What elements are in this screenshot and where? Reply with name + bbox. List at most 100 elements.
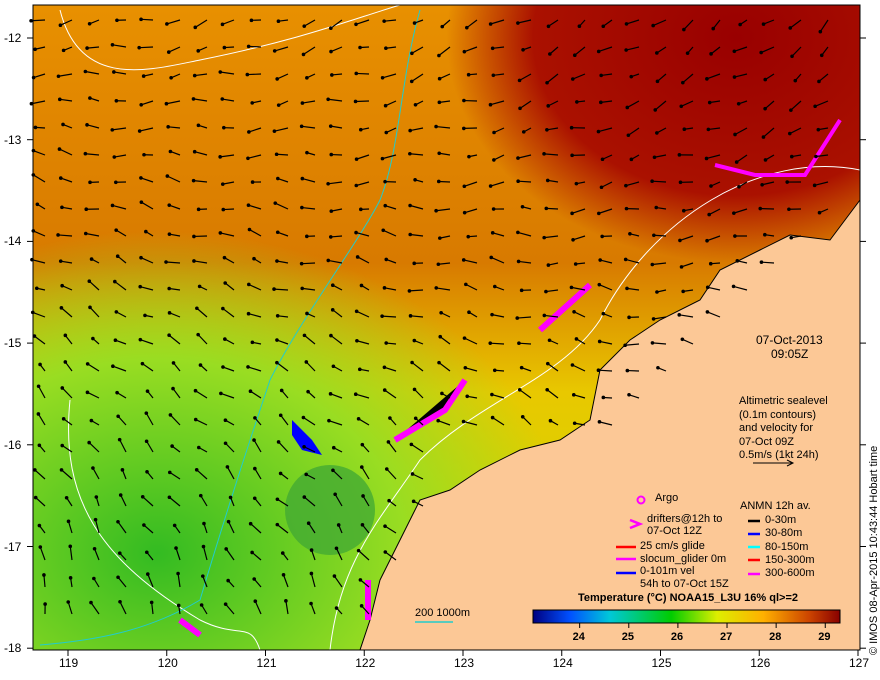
velocity-arrow-head (462, 184, 467, 189)
velocity-arrow-head (193, 417, 198, 422)
velocity-arrow-head (521, 47, 525, 52)
velocity-arrow-head (655, 79, 660, 84)
velocity-arrow-head (520, 414, 525, 419)
velocity-arrow-head (222, 45, 227, 50)
velocity-arrow-head (381, 228, 386, 233)
velocity-arrow-head (353, 99, 358, 104)
velocity-arrow-head (331, 364, 336, 369)
velocity-arrow-head (436, 179, 441, 184)
velocity-arrow-head (570, 153, 574, 158)
velocity-arrow-head (138, 337, 143, 342)
velocity-arrow-head (280, 551, 285, 555)
velocity-arrow-head (275, 313, 280, 318)
velocity-arrow-head (654, 205, 659, 210)
velocity-arrow-head (625, 286, 629, 291)
velocity-arrow-head (167, 232, 172, 236)
velocity-arrow-head (650, 262, 655, 267)
velocity-arrow-head (87, 279, 92, 284)
velocity-arrow-head (166, 50, 171, 54)
velocity-arrow-head (247, 130, 251, 134)
velocity-arrow-head (356, 548, 361, 553)
velocity-arrow-head (38, 362, 42, 367)
velocity-arrow-head (91, 336, 95, 341)
velocity-arrow-head (66, 600, 71, 604)
velocity-arrow-head (655, 51, 659, 55)
velocity-arrow-head (573, 262, 578, 266)
velocity-arrow-head (437, 76, 442, 81)
velocity-arrow-head (763, 158, 768, 162)
velocity-arrow (301, 262, 316, 265)
velocity-arrow-head (302, 495, 307, 499)
velocity-arrow-head (193, 388, 198, 393)
velocity-arrow (248, 45, 262, 48)
velocity-arrow-head (682, 27, 686, 32)
velocity-arrow-head (412, 21, 417, 25)
velocity-arrow-head (439, 310, 443, 315)
velocity-arrow-head (246, 203, 251, 208)
velocity-arrow-head (113, 279, 117, 284)
velocity-arrow-head (138, 284, 143, 289)
velocity-arrow-head (516, 21, 520, 25)
velocity-arrow-head (110, 128, 115, 132)
velocity-arrow-head (110, 203, 115, 208)
velocity-arrow-head (309, 571, 314, 576)
velocity-arrow-head (329, 209, 334, 213)
velocity-arrow-head (306, 521, 311, 526)
velocity-arrow-head (788, 26, 793, 30)
velocity-arrow-head (380, 76, 385, 80)
velocity-arrow-head (302, 333, 307, 338)
velocity-arrow-head (413, 102, 418, 107)
velocity-arrow-head (761, 22, 766, 26)
velocity-arrow-head (461, 419, 466, 424)
velocity-arrow-head (569, 125, 574, 130)
velocity-arrow-head (88, 305, 92, 310)
velocity-arrow-head (193, 25, 198, 30)
velocity-arrow-head (759, 260, 764, 264)
velocity-arrow-head (198, 363, 203, 367)
velocity-arrow-head (115, 254, 120, 258)
velocity-arrow-head (677, 313, 682, 317)
velocity-arrow-head (521, 130, 526, 134)
velocity-arrow-head (681, 208, 686, 213)
y-tick-label: -13 (4, 132, 22, 147)
velocity-arrow-head (706, 127, 711, 132)
velocity-arrow-head (545, 178, 550, 183)
velocity-arrow-head (651, 317, 656, 321)
velocity-arrow-head (191, 97, 196, 101)
velocity-arrow-head (548, 52, 552, 56)
velocity-arrow-head (413, 177, 417, 182)
velocity-arrow-head (516, 259, 521, 264)
velocity-arrow-head (490, 392, 494, 397)
velocity-arrow-head (141, 74, 146, 78)
velocity-arrow-head (596, 129, 601, 134)
velocity-arrow-head (575, 100, 579, 104)
velocity-arrow (382, 315, 397, 318)
velocity-arrow-head (570, 77, 575, 81)
velocity-arrow-head (678, 238, 682, 243)
velocity-arrow-head (197, 284, 202, 289)
velocity-arrow-head (300, 205, 304, 210)
velocity-arrow-head (111, 364, 115, 368)
velocity-arrow-head (248, 521, 253, 526)
velocity-arrow-head (382, 19, 386, 23)
velocity-arrow-head (436, 418, 440, 423)
velocity-arrow-head (516, 156, 520, 160)
velocity-arrow-head (246, 44, 251, 49)
argo-label: Argo (655, 492, 679, 504)
velocity-arrow-head (195, 306, 199, 311)
credit: © IMOS 08-Apr-2015 10:43:44 Hobart time (868, 445, 880, 655)
velocity-arrow-head (655, 290, 659, 294)
velocity-arrow-head (763, 232, 767, 237)
velocity-arrow-head (220, 97, 225, 101)
velocity-arrow-head (437, 100, 442, 105)
velocity-arrow-head (409, 79, 414, 84)
velocity-arrow-head (33, 125, 38, 130)
velocity-arrow-head (223, 418, 228, 423)
velocity-arrow-head (413, 416, 418, 421)
velocity-arrow-head (707, 100, 712, 105)
velocity-arrow-head (60, 283, 64, 288)
velocity-arrow-head (60, 386, 65, 390)
velocity-arrow-head (490, 231, 495, 235)
velocity-arrow-head (412, 261, 417, 266)
velocity-arrow-head (191, 178, 196, 183)
